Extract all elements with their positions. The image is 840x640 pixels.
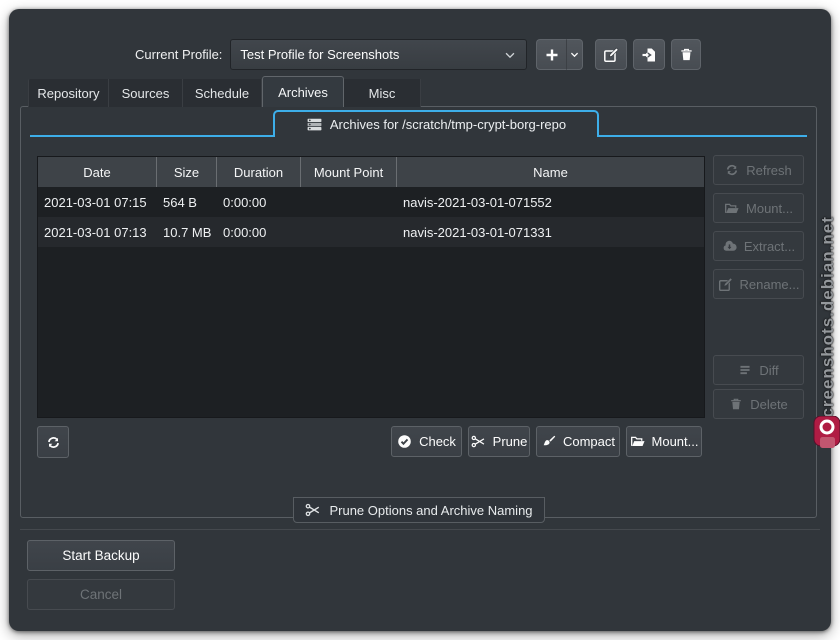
check-button[interactable]: Check [391, 426, 462, 457]
table-header: Date Size Duration Mount Point Name [38, 157, 704, 187]
table-row[interactable]: 2021-03-01 07:15 564 B 0:00:00 navis-202… [38, 187, 704, 217]
cell-date: 2021-03-01 07:13 [38, 217, 157, 247]
column-header-mount-point[interactable]: Mount Point [301, 157, 397, 187]
button-label: Prune [493, 434, 528, 449]
cell-name: navis-2021-03-01-071331 [397, 217, 704, 247]
prune-button[interactable]: Prune [468, 426, 530, 457]
edit-icon [603, 47, 619, 63]
refresh-archives-button[interactable]: Refresh [713, 155, 804, 185]
cancel-button[interactable]: Cancel [27, 579, 175, 610]
column-header-size[interactable]: Size [157, 157, 217, 187]
folder-open-icon [630, 434, 645, 449]
cell-duration: 0:00:00 [217, 187, 301, 217]
add-profile-split-button [536, 39, 583, 70]
brush-icon [541, 434, 556, 449]
profile-select[interactable]: Test Profile for Screenshots [230, 39, 527, 70]
tab-label: Schedule [195, 86, 249, 101]
main-tab-bar: Repository Sources Schedule Archives Mis… [28, 76, 421, 107]
table-row[interactable]: 2021-03-01 07:13 10.7 MB 0:00:00 navis-2… [38, 217, 704, 247]
rename-icon [718, 277, 733, 292]
refresh-icon [46, 435, 61, 450]
compact-button[interactable]: Compact [536, 426, 620, 457]
cell-size: 564 B [157, 187, 217, 217]
edit-profile-button[interactable] [595, 39, 627, 70]
profile-toolbar: Current Profile: Test Profile for Screen… [135, 39, 701, 70]
button-label: Start Backup [62, 548, 139, 563]
prune-options-tab-label: Prune Options and Archive Naming [329, 503, 532, 518]
check-circle-icon [397, 434, 412, 449]
tab-misc[interactable]: Misc [344, 79, 421, 107]
tab-schedule[interactable]: Schedule [183, 79, 262, 107]
mount-button[interactable]: Mount... [626, 426, 702, 457]
camera-icon [813, 416, 840, 449]
column-header-name[interactable]: Name [397, 157, 704, 187]
add-profile-menu-button[interactable] [566, 39, 583, 70]
rename-archive-button[interactable]: Rename... [713, 269, 804, 299]
button-label: Cancel [80, 587, 122, 602]
trash-icon [679, 47, 694, 62]
cell-size: 10.7 MB [157, 217, 217, 247]
refresh-archive-list-button[interactable] [37, 426, 69, 458]
cell-mount-point [301, 217, 397, 247]
plus-icon [544, 47, 560, 63]
button-label: Mount... [652, 434, 699, 449]
footer-separator [20, 529, 820, 530]
cell-duration: 0:00:00 [217, 217, 301, 247]
scissors-icon [305, 502, 321, 518]
add-profile-button[interactable] [536, 39, 566, 70]
trash-icon [729, 397, 743, 411]
delete-profile-button[interactable] [671, 39, 701, 70]
tab-label: Sources [122, 86, 170, 101]
scissors-icon [471, 434, 486, 449]
tab-archives[interactable]: Archives [262, 76, 344, 107]
extract-archive-button[interactable]: Extract... [713, 231, 804, 261]
cell-date: 2021-03-01 07:15 [38, 187, 157, 217]
button-label: Refresh [746, 163, 792, 178]
column-header-date[interactable]: Date [38, 157, 157, 187]
current-profile-label: Current Profile: [135, 47, 222, 62]
button-label: Diff [759, 363, 778, 378]
tab-repository[interactable]: Repository [28, 79, 109, 107]
archive-actions: Check Prune [391, 426, 702, 457]
button-label: Check [419, 434, 456, 449]
vorta-main-window: Current Profile: Test Profile for Screen… [9, 9, 831, 631]
button-label: Rename... [740, 277, 800, 292]
cell-mount-point [301, 187, 397, 217]
tab-label: Misc [369, 86, 396, 101]
refresh-icon [725, 163, 739, 177]
archives-panel: Archives for /scratch/tmp-crypt-borg-rep… [20, 106, 817, 518]
button-label: Extract... [744, 239, 795, 254]
import-profile-button[interactable] [633, 39, 665, 70]
folder-open-icon [724, 201, 739, 216]
button-label: Compact [563, 434, 615, 449]
tab-label: Repository [37, 86, 99, 101]
import-document-icon [641, 47, 657, 63]
chevron-down-icon [569, 49, 580, 60]
archives-table[interactable]: Date Size Duration Mount Point Name 2021… [37, 156, 705, 418]
start-backup-button[interactable]: Start Backup [27, 540, 175, 571]
profile-select-value: Test Profile for Screenshots [240, 47, 399, 62]
archive-stack-icon [306, 116, 323, 133]
tab-label: Archives [278, 85, 328, 100]
prune-options-tab[interactable]: Prune Options and Archive Naming [293, 497, 545, 523]
mount-archive-button[interactable]: Mount... [713, 193, 804, 223]
button-label: Delete [750, 397, 788, 412]
diff-archives-button[interactable]: Diff [713, 355, 804, 385]
archives-repo-tab-label: Archives for /scratch/tmp-crypt-borg-rep… [330, 117, 566, 132]
tab-sources[interactable]: Sources [109, 79, 183, 107]
cell-name: navis-2021-03-01-071552 [397, 187, 704, 217]
button-label: Mount... [746, 201, 793, 216]
delete-archive-button[interactable]: Delete [713, 389, 804, 419]
diff-icon [738, 363, 752, 377]
archives-repo-tab[interactable]: Archives for /scratch/tmp-crypt-borg-rep… [273, 110, 599, 137]
column-header-duration[interactable]: Duration [217, 157, 301, 187]
cloud-download-icon [722, 239, 737, 254]
chevron-down-icon [503, 48, 517, 62]
